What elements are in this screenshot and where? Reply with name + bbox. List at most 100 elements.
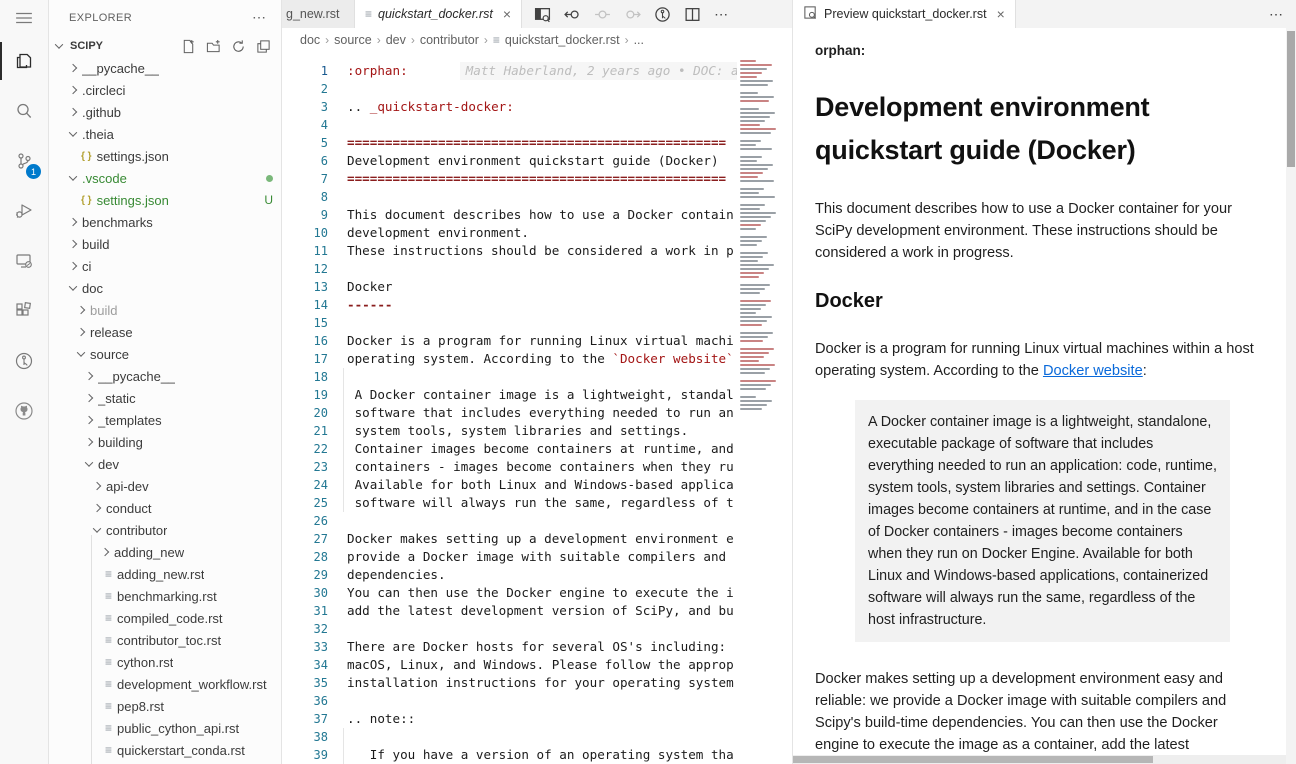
refresh-icon[interactable] bbox=[231, 39, 246, 54]
tree-item--circleci[interactable]: .circleci bbox=[49, 79, 281, 101]
code-line-10[interactable]: 10development environment. bbox=[282, 224, 792, 242]
scrollbar-thumb[interactable] bbox=[1287, 31, 1295, 167]
code-line-2[interactable]: 2 bbox=[282, 80, 792, 98]
code-line-27[interactable]: 27Docker makes setting up a development … bbox=[282, 530, 792, 548]
code-line-22[interactable]: 22 Container images become containers at… bbox=[282, 440, 792, 458]
code-line-5[interactable]: 5=======================================… bbox=[282, 134, 792, 152]
tree-item-development-workflow-rst[interactable]: ≡development_workflow.rst bbox=[49, 673, 281, 695]
code-line-19[interactable]: 19 A Docker container image is a lightwe… bbox=[282, 386, 792, 404]
code-line-32[interactable]: 32 bbox=[282, 620, 792, 638]
preview-content[interactable]: orphan: Development environment quicksta… bbox=[793, 28, 1296, 764]
horizontal-scrollbar[interactable] bbox=[793, 755, 1286, 764]
code-line-16[interactable]: 16Docker is a program for running Linux … bbox=[282, 332, 792, 350]
code-line-7[interactable]: 7=======================================… bbox=[282, 170, 792, 188]
code-line-30[interactable]: 30You can then use the Docker engine to … bbox=[282, 584, 792, 602]
tab-preview-quickstart-docker[interactable]: Preview quickstart_docker.rst × bbox=[793, 0, 1016, 28]
close-icon[interactable]: × bbox=[503, 6, 511, 22]
remote-explorer-icon[interactable] bbox=[0, 236, 48, 286]
new-file-icon[interactable] bbox=[181, 39, 196, 54]
tree-item-source[interactable]: source bbox=[49, 343, 281, 365]
code-line-39[interactable]: 39 If you have a version of an operating… bbox=[282, 746, 792, 764]
more-actions-icon[interactable]: ⋯ bbox=[714, 6, 729, 23]
code-line-6[interactable]: 6Development environment quickstart guid… bbox=[282, 152, 792, 170]
extensions-icon[interactable] bbox=[0, 286, 48, 336]
tree-item--static[interactable]: _static bbox=[49, 387, 281, 409]
new-folder-icon[interactable] bbox=[206, 39, 221, 54]
tree-item--theia[interactable]: .theia bbox=[49, 123, 281, 145]
code-line-17[interactable]: 17operating system. According to the `Do… bbox=[282, 350, 792, 368]
run-debug-icon[interactable] bbox=[0, 186, 48, 236]
search-icon[interactable] bbox=[0, 86, 48, 136]
code-editor[interactable]: 1:orphan:Matt Haberland, 2 years ago • D… bbox=[282, 52, 792, 764]
tree-item-settings-json[interactable]: { }settings.jsonU bbox=[49, 189, 281, 211]
code-line-8[interactable]: 8 bbox=[282, 188, 792, 206]
code-line-28[interactable]: 28provide a Docker image with suitable c… bbox=[282, 548, 792, 566]
tree-item-settings-json[interactable]: { }settings.json bbox=[49, 145, 281, 167]
tree-item--pycache-[interactable]: __pycache__ bbox=[49, 57, 281, 79]
breadcrumb-item-doc[interactable]: doc bbox=[300, 33, 320, 47]
code-line-20[interactable]: 20 software that includes everything nee… bbox=[282, 404, 792, 422]
github-icon[interactable] bbox=[0, 386, 48, 436]
code-line-9[interactable]: 9This document describes how to use a Do… bbox=[282, 206, 792, 224]
tree-item-build[interactable]: build bbox=[49, 233, 281, 255]
code-line-36[interactable]: 36 bbox=[282, 692, 792, 710]
breadcrumb-item-quickstart-docker-rst[interactable]: quickstart_docker.rst bbox=[505, 33, 620, 47]
explorer-icon[interactable] bbox=[0, 36, 48, 86]
code-line-34[interactable]: 34macOS, Linux, and Windows. Please foll… bbox=[282, 656, 792, 674]
breadcrumb-item-dev[interactable]: dev bbox=[386, 33, 406, 47]
tree-item-contributor[interactable]: contributor bbox=[49, 519, 281, 541]
tree-item-quickerstart-conda-rst[interactable]: ≡quickerstart_conda.rst bbox=[49, 739, 281, 761]
code-line-1[interactable]: 1:orphan:Matt Haberland, 2 years ago • D… bbox=[282, 62, 792, 80]
code-line-31[interactable]: 31add the latest development version of … bbox=[282, 602, 792, 620]
tree-item--pycache-[interactable]: __pycache__ bbox=[49, 365, 281, 387]
code-line-29[interactable]: 29dependencies. bbox=[282, 566, 792, 584]
tree-item-benchmarking-rst[interactable]: ≡benchmarking.rst bbox=[49, 585, 281, 607]
more-actions-icon[interactable]: ⋯ bbox=[1269, 6, 1284, 23]
tree-item-benchmarks[interactable]: benchmarks bbox=[49, 211, 281, 233]
next-change-icon[interactable] bbox=[624, 6, 641, 23]
tree-item--templates[interactable]: _templates bbox=[49, 409, 281, 431]
scrollbar-thumb[interactable] bbox=[793, 756, 1153, 763]
menu-icon[interactable] bbox=[0, 0, 48, 36]
code-line-24[interactable]: 24 Available for both Linux and Windows-… bbox=[282, 476, 792, 494]
code-line-3[interactable]: 3.. _quickstart-docker: bbox=[282, 98, 792, 116]
tree-item-ci[interactable]: ci bbox=[49, 255, 281, 277]
tree-item--github[interactable]: .github bbox=[49, 101, 281, 123]
tab-quickstart-docker-rst[interactable]: ≡ quickstart_docker.rst × bbox=[355, 0, 522, 28]
code-line-35[interactable]: 35installation instructions for your ope… bbox=[282, 674, 792, 692]
tree-item-release[interactable]: release bbox=[49, 321, 281, 343]
tree-item-pep8-rst[interactable]: ≡pep8.rst bbox=[49, 695, 281, 717]
split-editor-icon[interactable] bbox=[684, 6, 701, 23]
code-line-12[interactable]: 12 bbox=[282, 260, 792, 278]
tree-item-compiled-code-rst[interactable]: ≡compiled_code.rst bbox=[49, 607, 281, 629]
breadcrumb-item--[interactable]: ... bbox=[634, 33, 644, 47]
file-history-icon[interactable] bbox=[654, 6, 671, 23]
minimap[interactable] bbox=[737, 52, 779, 764]
tree-item-build[interactable]: build bbox=[49, 299, 281, 321]
code-line-23[interactable]: 23 containers - images become containers… bbox=[282, 458, 792, 476]
code-line-14[interactable]: 14------ bbox=[282, 296, 792, 314]
previous-change-icon[interactable] bbox=[564, 6, 581, 23]
tree-item-api-dev[interactable]: api-dev bbox=[49, 475, 281, 497]
sidebar-more-actions-icon[interactable]: ⋯ bbox=[252, 9, 267, 26]
tree-item-conduct[interactable]: conduct bbox=[49, 497, 281, 519]
tree-item-public-cython-api-rst[interactable]: ≡public_cython_api.rst bbox=[49, 717, 281, 739]
code-line-13[interactable]: 13Docker bbox=[282, 278, 792, 296]
code-line-15[interactable]: 15 bbox=[282, 314, 792, 332]
code-line-26[interactable]: 26 bbox=[282, 512, 792, 530]
breadcrumb-item-contributor[interactable]: contributor bbox=[420, 33, 479, 47]
source-control-icon[interactable]: 1 bbox=[0, 136, 48, 186]
tree-item-adding-new[interactable]: adding_new bbox=[49, 541, 281, 563]
tree-item-adding-new-rst[interactable]: ≡adding_new.rst bbox=[49, 563, 281, 585]
code-line-38[interactable]: 38 bbox=[282, 728, 792, 746]
open-preview-side-icon[interactable] bbox=[534, 6, 551, 23]
timeline-icon[interactable] bbox=[0, 336, 48, 386]
collapse-folders-icon[interactable] bbox=[256, 39, 271, 54]
tree-item-dev[interactable]: dev bbox=[49, 453, 281, 475]
code-line-18[interactable]: 18 bbox=[282, 368, 792, 386]
code-line-37[interactable]: 37.. note:: bbox=[282, 710, 792, 728]
tree-item-contributor-toc-rst[interactable]: ≡contributor_toc.rst bbox=[49, 629, 281, 651]
docker-website-link[interactable]: Docker website bbox=[1043, 363, 1143, 379]
vertical-scrollbar[interactable] bbox=[1286, 28, 1296, 764]
code-line-33[interactable]: 33There are Docker hosts for several OS'… bbox=[282, 638, 792, 656]
